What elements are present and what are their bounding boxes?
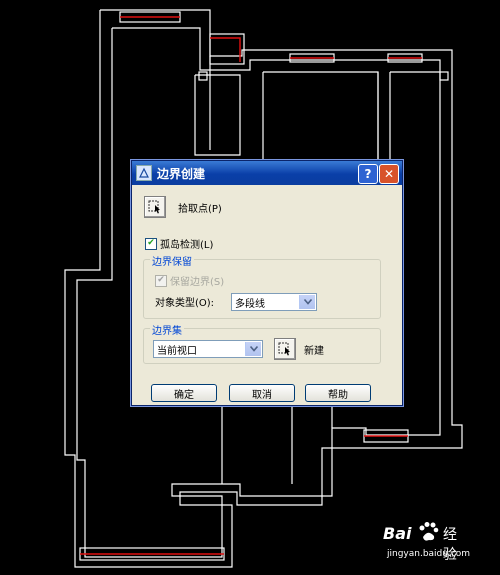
retain-boundaries-label: 保留边界(S)	[170, 277, 225, 288]
help-icon[interactable]: ?	[358, 164, 378, 184]
check-icon: ✔	[147, 238, 155, 248]
partition	[377, 72, 391, 161]
chevron-down-icon[interactable]	[299, 295, 315, 309]
door-mark	[198, 71, 208, 81]
help-button[interactable]: 帮助	[305, 384, 371, 402]
retain-boundaries-row: ✔ 保留边界(S)	[155, 273, 224, 288]
partition	[194, 74, 241, 156]
object-type-select[interactable]: 多段线	[231, 293, 317, 311]
chevron-down-icon[interactable]	[245, 342, 261, 356]
ok-button[interactable]: 确定	[151, 384, 217, 402]
paw-icon	[419, 522, 439, 541]
pick-points-label[interactable]: 拾取点(P)	[178, 200, 222, 215]
new-set-label: 新建	[304, 345, 324, 357]
new-set-row: 新建	[274, 338, 324, 360]
new-boundary-set-button[interactable]	[274, 338, 296, 360]
retain-boundaries-checkbox: ✔	[155, 274, 167, 287]
boundary-set-select[interactable]: 当前视口	[153, 340, 263, 358]
boundary-retention-title: 边界保留	[150, 253, 194, 268]
dialog-titlebar[interactable]: 边界创建 ? ✕	[132, 161, 402, 185]
select-objects-icon	[278, 342, 290, 356]
close-icon[interactable]: ✕	[379, 164, 399, 184]
door-mark	[439, 71, 449, 81]
watermark-url: jingyan.baidu.com	[387, 549, 471, 559]
pick-points-row: 拾取点(P)	[144, 196, 222, 218]
boundary-set-value: 当前视口	[157, 345, 197, 357]
object-type-row: 对象类型(O):	[155, 294, 214, 309]
dialog-title: 边界创建	[157, 166, 206, 181]
object-type-value: 多段线	[235, 298, 265, 310]
watermark-brand: Bai	[383, 524, 412, 543]
check-icon: ✔	[157, 275, 165, 285]
pick-point-icon	[148, 200, 160, 214]
island-detection-checkbox[interactable]: ✔	[145, 237, 157, 250]
cancel-button[interactable]: 取消	[229, 384, 295, 402]
boundary-set-title: 边界集	[150, 322, 184, 337]
app-icon	[136, 165, 152, 181]
island-detection-label[interactable]: 孤岛检测(L)	[160, 236, 213, 251]
partition	[263, 71, 379, 160]
object-type-label: 对象类型(O):	[155, 298, 215, 309]
island-detection-row[interactable]: ✔ 孤岛检测(L)	[145, 236, 213, 251]
pick-points-button[interactable]	[144, 196, 166, 218]
